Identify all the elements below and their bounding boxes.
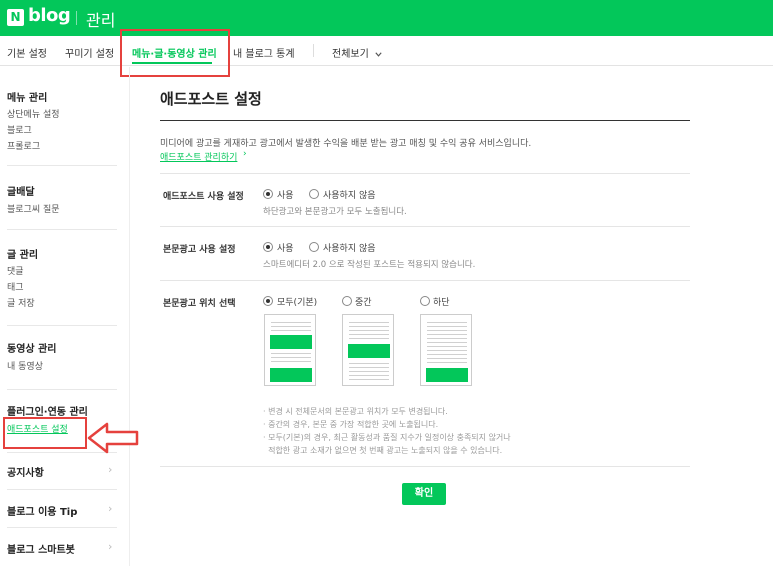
adpost-use-radio[interactable] xyxy=(263,189,273,199)
position-all-radio[interactable] xyxy=(263,296,273,306)
body-ad-use-hint: 스마트에디터 2.0 으로 작성된 포스트는 적용되지 않습니다. xyxy=(263,260,476,270)
position-bottom-radio[interactable] xyxy=(420,296,430,306)
position-middle-radio[interactable] xyxy=(342,296,352,306)
adpost-use-hint: 하단광고와 본문광고가 모두 노출됩니다. xyxy=(263,207,407,217)
sidebar-item-blogc-question[interactable]: 블로그씨 질문 xyxy=(7,202,60,215)
preview-middle[interactable] xyxy=(342,314,394,386)
sidebar-heading-video: 동영상 관리 xyxy=(7,344,57,355)
row-divider xyxy=(160,280,690,281)
link-arrow-icon: › xyxy=(243,149,247,159)
body-ad-use-option-label: 사용 xyxy=(277,244,294,254)
tab-separator xyxy=(313,44,314,57)
row-divider xyxy=(160,173,690,174)
note-line: · 변경 시 전체문서의 본문광고 위치가 모두 변경됩니다. xyxy=(263,407,448,416)
tab-basic-settings[interactable]: 기본 설정 xyxy=(7,45,47,60)
page-title: 관리 xyxy=(86,11,116,30)
sidebar-item-prologue[interactable]: 프롤로그 xyxy=(7,139,40,152)
chevron-right-icon: › xyxy=(108,540,113,553)
confirm-button[interactable]: 확인 xyxy=(402,483,446,505)
body-ad-nouse-option-label: 사용하지 않음 xyxy=(323,244,376,254)
sidebar-link-notice[interactable]: 공지사항 xyxy=(7,464,44,479)
chevron-down-icon xyxy=(375,51,382,57)
left-arrow-icon xyxy=(87,422,139,454)
adpost-use-option-label: 사용 xyxy=(277,191,294,201)
position-middle-option-label: 중간 xyxy=(355,298,372,308)
tab-decorate-settings[interactable]: 꾸미기 설정 xyxy=(65,45,114,60)
adpost-manage-link[interactable]: 애드포스트 관리하기 xyxy=(160,150,237,163)
sidebar-item-post-save[interactable]: 글 저장 xyxy=(7,296,35,309)
note-line: 적합한 광고 소재가 없으면 첫 번째 광고는 노출되지 않을 수 있습니다. xyxy=(263,446,503,455)
sidebar-item-blog[interactable]: 블로그 xyxy=(7,123,32,136)
row-divider xyxy=(160,466,690,467)
preview-all[interactable] xyxy=(264,314,316,386)
adpost-nouse-option-label: 사용하지 않음 xyxy=(323,191,376,201)
sidebar-heading-delivery: 글배달 xyxy=(7,187,35,198)
chevron-right-icon: › xyxy=(108,502,113,515)
sidebar-link-smartbot[interactable]: 블로그 스마트봇 xyxy=(7,541,75,556)
service-description: 미디어에 광고를 게재하고 광고에서 발생한 수익을 배분 받는 광고 매칭 및… xyxy=(160,139,532,149)
app-header: N blog 관리 xyxy=(0,0,773,36)
tab-view-all[interactable]: 전체보기 xyxy=(332,45,383,60)
note-line: · 모두(기본)의 경우, 최근 활동성과 품질 지수가 일정이상 충족되지 않… xyxy=(263,433,511,442)
tab-blog-stats[interactable]: 내 블로그 통계 xyxy=(233,45,295,60)
tab-view-all-label: 전체보기 xyxy=(332,49,369,60)
adpost-nouse-radio[interactable] xyxy=(309,189,319,199)
preview-ad-block xyxy=(270,335,312,349)
content-title: 애드포스트 설정 xyxy=(160,90,262,108)
body-ad-use-label: 본문광고 사용 설정 xyxy=(163,245,236,255)
body-ad-nouse-radio[interactable] xyxy=(309,242,319,252)
chevron-right-icon: › xyxy=(108,463,113,476)
highlight-box-sidebar xyxy=(3,417,87,449)
naver-logo-icon[interactable]: N xyxy=(7,9,24,26)
sidebar-item-tags[interactable]: 태그 xyxy=(7,280,24,293)
sidebar-item-top-menu[interactable]: 상단메뉴 설정 xyxy=(7,107,60,120)
row-divider xyxy=(160,226,690,227)
sidebar-heading-plugin: 플러그인·연동 관리 xyxy=(7,407,88,418)
note-line: · 중간의 경우, 본문 중 가장 적합한 곳에 노출됩니다. xyxy=(263,420,439,429)
body-ad-position-label: 본문광고 위치 선택 xyxy=(163,299,236,309)
adpost-use-label: 애드포스트 사용 설정 xyxy=(163,192,244,202)
sidebar-link-tips[interactable]: 블로그 이용 Tip xyxy=(7,503,77,518)
top-nav: 기본 설정 꾸미기 설정 메뉴·글·동영상 관리 내 블로그 통계 전체보기 xyxy=(0,36,773,66)
sidebar-item-comments[interactable]: 댓글 xyxy=(7,264,24,277)
sidebar-divider xyxy=(7,165,117,166)
blog-logo[interactable]: blog xyxy=(28,5,71,26)
sidebar-divider xyxy=(7,527,117,528)
sidebar-divider xyxy=(7,325,117,326)
body-ad-use-radio[interactable] xyxy=(263,242,273,252)
sidebar-divider xyxy=(7,229,117,230)
sidebar-divider xyxy=(7,489,117,490)
sidebar-heading-menu: 메뉴 관리 xyxy=(7,93,48,104)
preview-ad-block xyxy=(348,344,390,358)
preview-bottom[interactable] xyxy=(420,314,472,386)
header-divider xyxy=(76,11,77,25)
sidebar-item-my-videos[interactable]: 내 동영상 xyxy=(7,359,43,372)
preview-ad-block xyxy=(426,368,468,382)
preview-ad-block xyxy=(270,368,312,382)
title-divider xyxy=(160,120,690,121)
highlight-box-tab xyxy=(120,29,230,77)
sidebar-divider xyxy=(7,389,117,390)
sidebar-heading-post: 글 관리 xyxy=(7,250,39,261)
position-notes: · 변경 시 전체문서의 본문광고 위치가 모두 변경됩니다. · 중간의 경우… xyxy=(263,405,511,457)
position-bottom-option-label: 하단 xyxy=(433,298,450,308)
position-all-option-label: 모두(기본) xyxy=(277,298,318,308)
sidebar: 메뉴 관리 상단메뉴 설정 블로그 프롤로그 글배달 블로그씨 질문 글 관리 … xyxy=(0,67,130,566)
